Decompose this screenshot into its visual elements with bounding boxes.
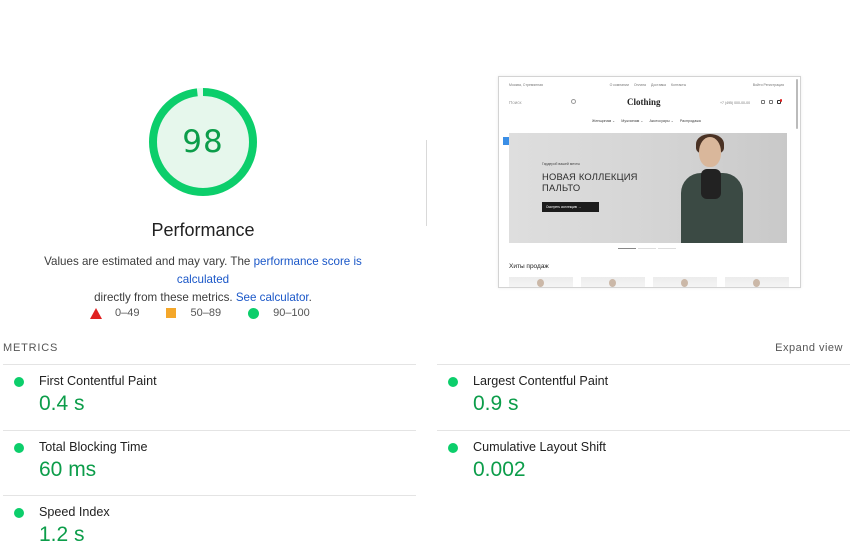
circle-icon — [248, 307, 260, 319]
page-screenshot-thumbnail[interactable]: Москва, Стремянная О компании Оплата Дос… — [498, 76, 801, 288]
vertical-divider — [426, 140, 427, 226]
thumb-top-link: Оплата — [633, 83, 646, 87]
performance-score: 98 — [182, 124, 224, 160]
thumb-model-scarf — [701, 169, 721, 199]
thumb-logo: Clothing — [627, 97, 661, 107]
thumb-model-face — [699, 137, 721, 167]
thumb-hero-banner: Гардероб вашей мечты НОВАЯ КОЛЛЕКЦИЯ ПАЛ… — [509, 133, 787, 243]
metric-value: 60 ms — [39, 458, 97, 481]
thumb-phone: +7 (495) 000-00-00 — [720, 101, 751, 105]
score-legend: 0–49 50–89 90–100 — [90, 306, 310, 320]
legend-label-average: 50–89 — [190, 307, 222, 319]
square-icon — [166, 308, 177, 318]
thumb-top-link: О компании — [609, 83, 629, 87]
metric-value: 0.4 s — [39, 392, 85, 415]
thumb-hero-title-line: ПАЛЬТО — [542, 182, 581, 193]
thumb-product-card — [725, 277, 789, 287]
thumb-hero-title: НОВАЯ КОЛЛЕКЦИЯ ПАЛЬТО — [542, 171, 638, 193]
compare-icon — [761, 100, 765, 104]
thumb-product-cards — [509, 277, 789, 287]
description-text-before: Values are estimated and may vary. The — [44, 255, 254, 268]
thumb-menu-item: Мужчинам ⌄ — [621, 119, 644, 123]
metric-name: Speed Index — [39, 505, 110, 519]
thumb-hero-pre: Гардероб вашей мечты — [542, 162, 580, 166]
metric-name: Largest Contentful Paint — [473, 374, 609, 388]
thumb-topbar: Москва, Стремянная О компании Оплата Дос… — [509, 83, 784, 87]
thumb-hero-button: Смотреть коллекцию → — [542, 202, 599, 212]
performance-title: Performance — [151, 220, 255, 240]
performance-gauge: 98 — [148, 87, 258, 197]
metric-name: Total Blocking Time — [39, 440, 148, 454]
thumb-section-title: Хиты продаж — [509, 263, 549, 270]
thumb-menu-item: Распродажа — [679, 119, 701, 123]
metrics-divider — [3, 495, 416, 496]
legend-label-pass: 90–100 — [273, 307, 310, 319]
heart-icon — [769, 100, 773, 104]
pass-circle-icon — [14, 377, 24, 387]
metrics-divider — [437, 364, 850, 365]
pass-circle-icon — [14, 443, 24, 453]
cart-icon — [777, 99, 782, 104]
description-text-after: . — [308, 291, 312, 304]
metric-name: First Contentful Paint — [39, 374, 157, 388]
thumb-account-links: Войти Регистрация — [752, 83, 784, 87]
thumb-product-card — [653, 277, 717, 287]
slider-dot — [618, 248, 636, 250]
thumb-header-icons — [761, 99, 782, 104]
thumb-product-card — [581, 277, 645, 287]
slider-dot — [658, 248, 676, 250]
metrics-divider — [437, 430, 850, 431]
pass-circle-icon — [448, 443, 458, 453]
performance-description: Values are estimated and may vary. The p… — [20, 253, 386, 307]
metrics-divider — [3, 430, 416, 431]
see-calculator-link[interactable]: See calculator — [236, 291, 309, 304]
thumb-hero-title-line: НОВАЯ КОЛЛЕКЦИЯ — [542, 171, 638, 182]
pass-circle-icon — [14, 508, 24, 518]
metric-name: Cumulative Layout Shift — [473, 440, 607, 454]
thumb-location: Москва, Стремянная — [509, 83, 543, 87]
thumb-menu-item: Женщинам ⌄ — [592, 119, 616, 123]
thumb-top-links: О компании Оплата Доставка Контакты — [610, 83, 687, 87]
metric-value: 0.9 s — [473, 392, 519, 415]
expand-view-button[interactable]: Expand view — [775, 342, 843, 354]
metric-value: 1.2 s — [39, 523, 85, 546]
triangle-icon — [90, 307, 102, 319]
thumb-menu-item: Аксессуары ⌄ — [649, 119, 674, 123]
thumb-top-link: Контакты — [670, 83, 687, 87]
metric-value: 0.002 — [473, 458, 526, 481]
metrics-header: METRICS — [3, 342, 59, 354]
thumb-scrollbar — [796, 79, 798, 129]
thumb-slider-dots — [618, 248, 676, 250]
thumb-search: Поиск — [509, 100, 522, 105]
thumb-top-link: Доставка — [650, 83, 666, 87]
slider-dot — [638, 248, 656, 250]
metrics-divider — [3, 364, 416, 365]
pass-circle-icon — [448, 377, 458, 387]
description-text-middle: directly from these metrics. — [94, 291, 236, 304]
legend-item-fail: 0–49 — [90, 307, 139, 319]
legend-label-fail: 0–49 — [115, 307, 140, 319]
thumb-product-card — [509, 277, 573, 287]
thumb-menu: Женщинам ⌄ Мужчинам ⌄ Аксессуары ⌄ Распр… — [592, 119, 701, 123]
legend-item-pass: 90–100 — [248, 307, 310, 319]
search-icon — [571, 99, 576, 104]
legend-item-average: 50–89 — [166, 307, 221, 319]
